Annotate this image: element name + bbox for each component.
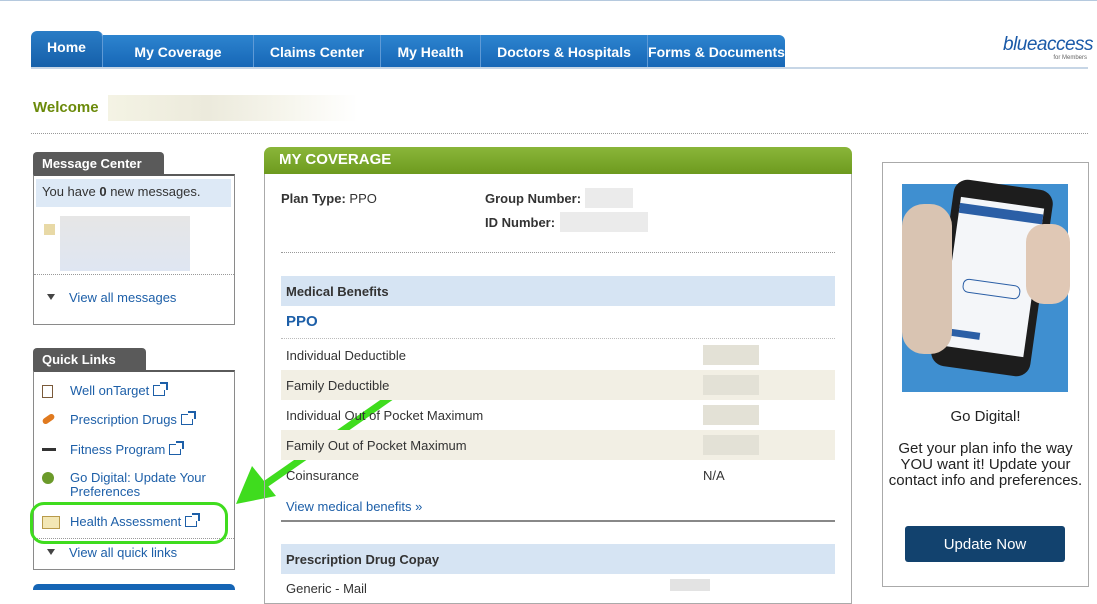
benefit-row: Family Deductible	[281, 370, 835, 400]
quick-link-label: Prescription Drugs	[70, 412, 177, 427]
quick-link-go-digital[interactable]: Go Digital: Update Your Preferences	[70, 471, 220, 499]
main-nav: Home My Coverage Claims Center My Health…	[31, 31, 785, 69]
medical-section-end	[281, 520, 835, 522]
tab-my-health[interactable]: My Health	[381, 35, 481, 69]
blueaccess-logo[interactable]: blueaccess for Members	[1003, 34, 1094, 64]
benefit-label: Individual Out of Pocket Maximum	[286, 408, 484, 423]
message-text-after: new messages.	[106, 184, 201, 199]
plan-type-label: Plan Type:	[281, 191, 346, 206]
benefit-value: N/A	[703, 468, 725, 483]
divider	[31, 133, 1088, 134]
prescription-copay-bar: Prescription Drug Copay	[281, 544, 835, 574]
update-now-button[interactable]: Update Now	[905, 526, 1065, 562]
message-center-header: Message Center	[33, 152, 164, 174]
phone-screen-header	[958, 202, 1044, 225]
id-number-label: ID Number:	[485, 215, 556, 230]
triangle-down-icon	[47, 294, 55, 300]
promo-text: Get your plan info the way YOU want it! …	[888, 440, 1083, 489]
logo-text: blueaccess	[1003, 34, 1094, 55]
tree-icon	[42, 472, 54, 484]
tab-home[interactable]: Home	[31, 31, 103, 69]
plan-type: Plan Type: PPO	[281, 191, 377, 206]
quick-links-header: Quick Links	[33, 348, 146, 370]
highlight-ring	[30, 502, 228, 544]
my-coverage-header: MY COVERAGE	[264, 147, 852, 174]
group-number-label: Group Number:	[485, 191, 582, 206]
tab-forms-documents[interactable]: Forms & Documents	[648, 35, 785, 69]
message-count: 0	[99, 184, 107, 199]
medical-benefits-bar: Medical Benefits	[281, 276, 835, 306]
thumb	[1026, 224, 1070, 304]
view-all-messages-label: View all messages	[69, 290, 177, 305]
tab-claims-center[interactable]: Claims Center	[254, 35, 381, 69]
phone-button	[949, 328, 981, 340]
tab-doctors-hospitals[interactable]: Doctors & Hospitals	[481, 35, 648, 69]
view-all-messages-link[interactable]: View all messages	[47, 290, 176, 305]
next-panel-header	[33, 584, 235, 590]
benefit-row: Family Out of Pocket Maximum	[281, 430, 835, 460]
quick-link-label: Go Digital: Update Your Preferences	[70, 470, 206, 499]
plan-divider	[281, 338, 835, 339]
benefit-label: Individual Deductible	[286, 348, 406, 363]
promo-title: Go Digital!	[950, 408, 1021, 425]
hand	[902, 204, 952, 354]
redacted-group-number	[585, 188, 633, 208]
redacted-value	[703, 375, 759, 395]
triangle-down-icon	[47, 549, 55, 555]
redacted-name	[108, 95, 358, 121]
view-medical-benefits-link[interactable]: View medical benefits »	[286, 499, 422, 514]
benefit-label: Family Deductible	[286, 378, 390, 393]
phone-logo	[961, 278, 1022, 300]
welcome-label: Welcome	[33, 99, 99, 116]
redacted-message[interactable]	[60, 216, 190, 271]
redacted-id-number	[560, 212, 648, 232]
logo-subtext: for Members	[1053, 55, 1087, 61]
message-text-before: You have	[42, 184, 100, 199]
phone-image	[902, 177, 1070, 392]
medical-plan-name: PPO	[286, 313, 318, 330]
envelope-icon	[44, 224, 55, 235]
clipboard-icon	[42, 385, 53, 398]
message-count-bar: You have 0 new messages.	[36, 179, 231, 207]
redacted-value	[703, 435, 759, 455]
quick-link-label: Fitness Program	[70, 442, 166, 457]
view-all-quick-links[interactable]: View all quick links	[47, 545, 177, 560]
message-divider	[34, 274, 234, 275]
view-all-quick-links-label: View all quick links	[69, 545, 178, 560]
dumbbell-icon	[42, 448, 56, 451]
quick-link-label: Well onTarget	[70, 383, 150, 398]
external-link-icon	[180, 411, 196, 425]
pill-icon	[41, 412, 56, 426]
redacted-value	[703, 345, 759, 365]
quick-link-fitness-program[interactable]: Fitness Program	[70, 441, 185, 457]
redacted-value	[703, 405, 759, 425]
benefit-label: Family Out of Pocket Maximum	[286, 438, 467, 453]
benefit-row: Coinsurance N/A	[281, 460, 835, 490]
quick-link-prescription-drugs[interactable]: Prescription Drugs	[70, 411, 196, 427]
benefit-row: Individual Out of Pocket Maximum	[281, 400, 835, 430]
coverage-divider	[281, 252, 835, 253]
top-border	[0, 0, 1097, 9]
quick-link-well-ontarget[interactable]: Well onTarget	[70, 382, 169, 398]
external-link-icon	[153, 382, 169, 396]
benefit-label: Coinsurance	[286, 468, 359, 483]
nav-underline	[31, 67, 1088, 69]
benefit-row: Individual Deductible	[281, 340, 835, 370]
plan-type-value: PPO	[349, 191, 377, 206]
external-link-icon	[169, 441, 185, 455]
tab-my-coverage[interactable]: My Coverage	[103, 35, 254, 69]
redacted-rx-value	[670, 579, 710, 591]
message-center-panel: You have 0 new messages. View all messag…	[33, 174, 235, 325]
